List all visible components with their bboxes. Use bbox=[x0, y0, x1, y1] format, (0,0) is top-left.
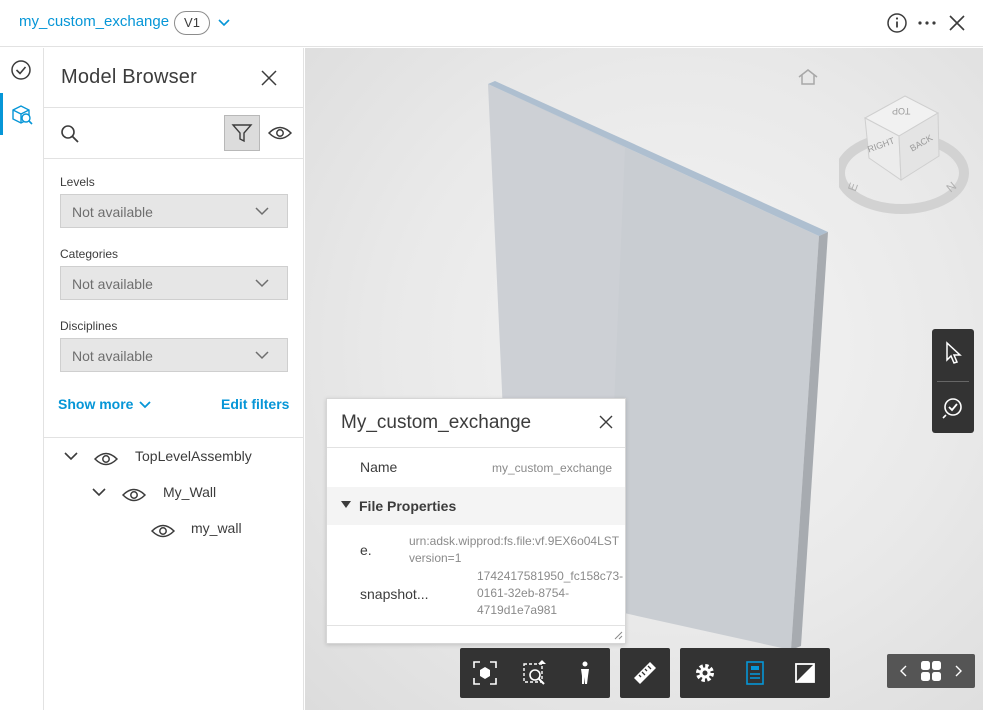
tree-node-my-wall[interactable]: My_Wall bbox=[90, 481, 290, 505]
fit-to-view-button[interactable] bbox=[460, 648, 510, 698]
measure-toolbar bbox=[620, 648, 670, 698]
divider bbox=[327, 447, 625, 448]
close-icon[interactable] bbox=[599, 415, 613, 429]
close-icon[interactable] bbox=[259, 68, 279, 88]
model-browser-icon bbox=[12, 105, 33, 125]
tree-node-label: TopLevelAssembly bbox=[135, 448, 252, 464]
visibility-eye-icon[interactable] bbox=[268, 125, 292, 141]
divider bbox=[937, 381, 969, 382]
view-pager bbox=[887, 654, 975, 688]
check-circle-icon bbox=[942, 398, 962, 419]
chevron-down-icon[interactable] bbox=[138, 399, 152, 411]
visibility-eye-icon[interactable] bbox=[122, 487, 146, 503]
show-more-link[interactable]: Show more bbox=[58, 396, 133, 412]
home-icon[interactable] bbox=[797, 68, 819, 86]
info-icon[interactable] bbox=[886, 12, 908, 34]
navigation-toolbar bbox=[460, 648, 610, 698]
chevron-down-icon bbox=[255, 279, 269, 288]
tree-node-label: My_Wall bbox=[163, 484, 217, 500]
edit-filters-link[interactable]: Edit filters bbox=[221, 396, 289, 412]
disciplines-label: Disciplines bbox=[60, 319, 118, 333]
fit-view-icon bbox=[473, 661, 497, 685]
top-bar: my_custom_exchange V1 bbox=[0, 0, 983, 47]
categories-label: Categories bbox=[60, 247, 119, 261]
check-circle-icon bbox=[11, 60, 31, 80]
properties-popup: My_custom_exchange Name my_custom_exchan… bbox=[326, 398, 626, 644]
search-icon[interactable] bbox=[60, 124, 80, 144]
properties-button[interactable] bbox=[730, 648, 780, 698]
ruler-icon bbox=[634, 662, 656, 684]
disciplines-dropdown[interactable]: Not available bbox=[60, 338, 288, 372]
fullscreen-button[interactable] bbox=[780, 648, 830, 698]
measure-button[interactable] bbox=[620, 648, 670, 698]
side-toolbar bbox=[932, 329, 974, 433]
close-icon[interactable] bbox=[946, 12, 968, 34]
divider bbox=[327, 625, 625, 626]
settings-button[interactable] bbox=[680, 648, 730, 698]
model-browser-panel: Model Browser Levels Not available Categ… bbox=[44, 48, 304, 710]
tree-node-my-wall-leaf[interactable]: my_wall bbox=[150, 517, 300, 541]
chevron-down-icon[interactable] bbox=[216, 14, 232, 30]
gear-icon bbox=[696, 664, 714, 682]
section-label: File Properties bbox=[359, 498, 457, 514]
filter-icon bbox=[231, 124, 253, 143]
panel-title: Model Browser bbox=[61, 66, 197, 88]
filter-button[interactable] bbox=[224, 115, 260, 151]
chevron-left-icon[interactable] bbox=[899, 665, 909, 677]
viewcube[interactable]: TOP RIGHT BACK E N bbox=[835, 88, 969, 218]
chevron-down-icon[interactable] bbox=[91, 485, 107, 499]
tree-node-label: my_wall bbox=[191, 520, 242, 536]
properties-title: My_custom_exchange bbox=[341, 412, 532, 433]
chevron-down-icon bbox=[255, 207, 269, 216]
rail-issues-button[interactable] bbox=[0, 49, 43, 91]
more-options-icon[interactable] bbox=[916, 12, 938, 34]
cursor-icon bbox=[946, 341, 962, 364]
levels-value: Not available bbox=[72, 204, 153, 220]
property-name: snapshot... bbox=[360, 586, 429, 602]
version-badge[interactable]: V1 bbox=[174, 11, 210, 35]
properties-icon bbox=[746, 661, 764, 685]
fullscreen-icon bbox=[795, 663, 815, 683]
property-value: version=1 bbox=[409, 551, 462, 565]
chevron-down-icon[interactable] bbox=[63, 449, 79, 463]
first-person-button[interactable] bbox=[560, 648, 610, 698]
property-name: e. bbox=[360, 542, 372, 558]
levels-dropdown[interactable]: Not available bbox=[60, 194, 288, 228]
grid-view-icon[interactable] bbox=[921, 661, 941, 681]
property-name: Name bbox=[360, 459, 398, 475]
divider bbox=[44, 437, 304, 438]
zoom-window-icon bbox=[523, 660, 546, 685]
file-properties-section[interactable]: File Properties bbox=[327, 487, 625, 525]
property-value: 4719d1e7a981 bbox=[477, 603, 558, 617]
visibility-eye-icon[interactable] bbox=[94, 451, 118, 467]
property-value: 1742417581950_fc158c73- bbox=[477, 569, 624, 583]
search-row bbox=[44, 109, 304, 159]
left-rail bbox=[0, 48, 44, 710]
chevron-right-icon[interactable] bbox=[953, 665, 963, 677]
categories-dropdown[interactable]: Not available bbox=[60, 266, 288, 300]
markup-issue-button[interactable] bbox=[932, 385, 974, 433]
disciplines-value: Not available bbox=[72, 348, 153, 364]
exchange-title[interactable]: my_custom_exchange bbox=[19, 13, 169, 30]
viewcube-top-label[interactable]: TOP bbox=[892, 106, 910, 116]
rail-model-browser-button[interactable] bbox=[0, 93, 43, 135]
caret-down-icon bbox=[341, 501, 351, 508]
panel-header: Model Browser bbox=[44, 48, 304, 108]
select-tool-button[interactable] bbox=[932, 329, 974, 377]
property-value: urn:adsk.wipprod:fs.file:vf.9EX6o04LST bbox=[409, 534, 620, 548]
property-value: 0161-32eb-8754- bbox=[477, 586, 570, 600]
levels-label: Levels bbox=[60, 175, 95, 189]
categories-value: Not available bbox=[72, 276, 153, 292]
person-icon bbox=[581, 661, 589, 684]
zoom-window-button[interactable] bbox=[510, 648, 560, 698]
property-value: my_custom_exchange bbox=[492, 461, 613, 475]
visibility-eye-icon[interactable] bbox=[151, 523, 175, 539]
settings-toolbar bbox=[680, 648, 830, 698]
chevron-down-icon bbox=[255, 351, 269, 360]
resize-handle-icon[interactable] bbox=[614, 631, 623, 640]
tree-node-toplevelassembly[interactable]: TopLevelAssembly bbox=[62, 445, 292, 469]
